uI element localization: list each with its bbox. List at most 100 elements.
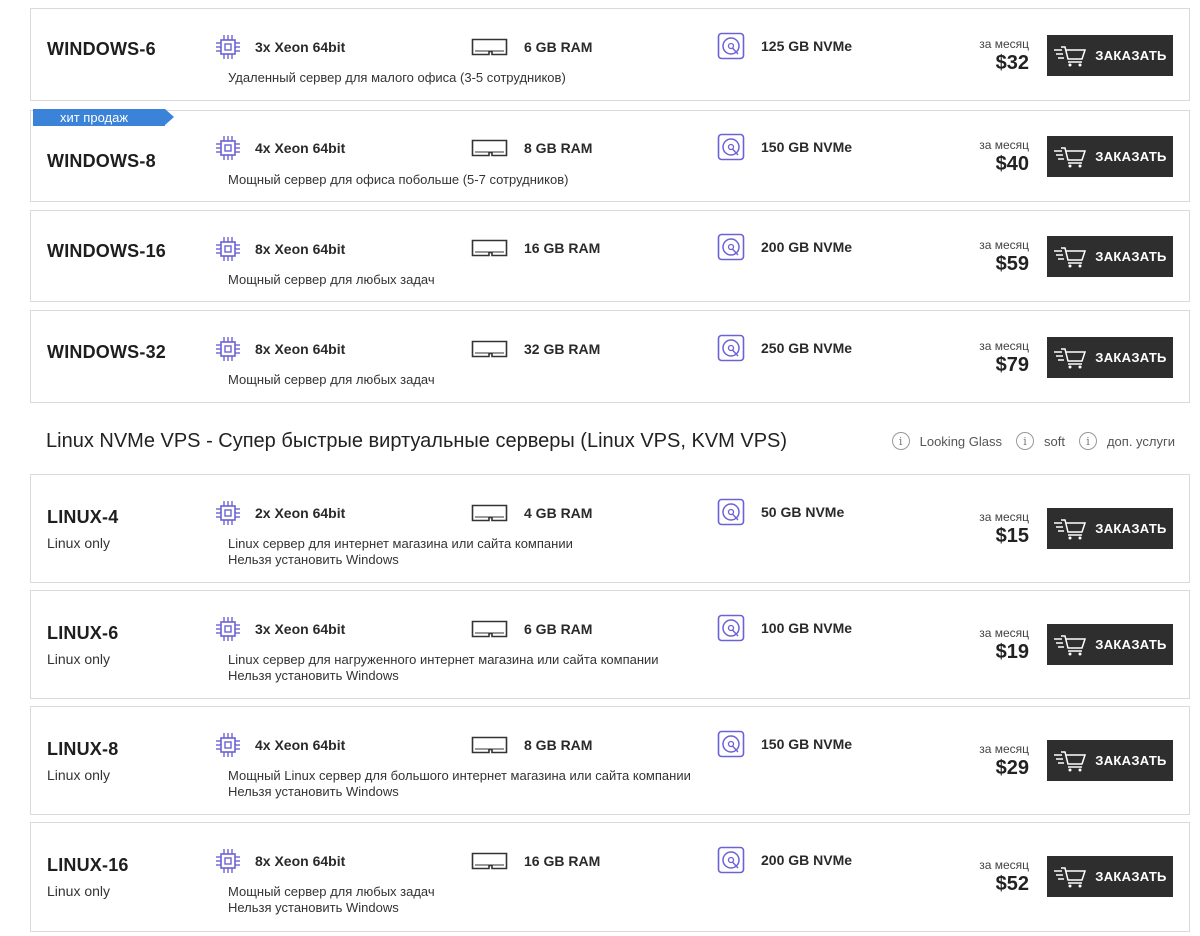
disk-label: 150 GB NVMe: [761, 736, 853, 752]
per-month-label: за месяц: [979, 138, 1029, 152]
order-button[interactable]: ЗАКАЗАТЬ: [1047, 337, 1173, 378]
extra-services-link[interactable]: i доп. услуги: [1078, 432, 1175, 450]
ram-icon: [471, 851, 508, 871]
plan-price: $32: [995, 52, 1029, 74]
plan-name: LINUX-4: [47, 507, 119, 527]
per-month-label: за месяц: [979, 339, 1029, 353]
ram-spec: 4 GB RAM: [471, 503, 592, 523]
cpu-icon: [215, 500, 241, 526]
order-button-label: ЗАКАЗАТЬ: [1095, 753, 1167, 768]
plan-description: Мощный сервер для любых задач: [228, 372, 435, 387]
plan-name: WINDOWS-32: [47, 342, 166, 362]
plan-price: $52: [995, 873, 1029, 895]
plan-description: Мощный Linux сервер для большого интерне…: [228, 768, 691, 800]
ram-spec: 32 GB RAM: [471, 339, 600, 359]
windows-note: Нельзя установить Windows: [228, 552, 399, 567]
cpu-spec: 3x Xeon 64bit: [215, 34, 345, 60]
cpu-icon: [215, 236, 241, 262]
plan-name: LINUX-8: [47, 739, 119, 759]
disk-icon: [717, 32, 745, 60]
ram-spec: 16 GB RAM: [471, 238, 600, 258]
info-icon: i: [1016, 432, 1034, 450]
plan-description: Linux сервер для нагруженного интернет м…: [228, 652, 659, 684]
ram-icon: [471, 735, 508, 755]
ram-spec: 6 GB RAM: [471, 37, 592, 57]
plan-name: LINUX-6: [47, 623, 119, 643]
description-line: Мощный Linux сервер для большого интерне…: [228, 768, 691, 783]
plan-name: LINUX-16: [47, 855, 129, 875]
plan-description: Мощный сервер для любых задач: [228, 272, 435, 287]
disk-icon: [717, 846, 745, 874]
ram-icon: [471, 619, 508, 639]
disk-icon: [717, 334, 745, 362]
plan-description: Мощный сервер для любых задач Нельзя уст…: [228, 884, 435, 916]
ram-icon: [471, 238, 508, 258]
ram-label: 6 GB RAM: [524, 621, 593, 637]
ram-spec: 6 GB RAM: [471, 619, 592, 639]
plan-card: WINDOWS-6 3x Xeon 64bit 6 GB RAM 125 GB …: [30, 8, 1190, 101]
ram-icon: [471, 503, 508, 523]
cart-icon: [1053, 45, 1087, 67]
disk-spec: 200 GB NVMe: [717, 233, 852, 261]
order-button[interactable]: ЗАКАЗАТЬ: [1047, 136, 1173, 177]
order-button[interactable]: ЗАКАЗАТЬ: [1047, 856, 1173, 897]
windows-note: Нельзя установить Windows: [228, 784, 399, 799]
plan-name: WINDOWS-6: [47, 39, 156, 59]
ram-label: 32 GB RAM: [524, 341, 601, 357]
disk-label: 100 GB NVMe: [761, 620, 853, 636]
per-month-label: за месяц: [979, 858, 1029, 872]
cpu-label: 3x Xeon 64bit: [255, 39, 346, 55]
ram-spec: 8 GB RAM: [471, 138, 592, 158]
soft-link[interactable]: i soft: [1016, 432, 1065, 450]
disk-spec: 250 GB NVMe: [717, 334, 852, 362]
disk-label: 200 GB NVMe: [761, 852, 853, 868]
cart-icon: [1053, 634, 1087, 656]
order-button[interactable]: ЗАКАЗАТЬ: [1047, 624, 1173, 665]
plan-card: LINUX-8 Linux only 4x Xeon 64bit 8 GB RA…: [30, 706, 1190, 815]
ram-icon: [471, 339, 508, 359]
description-line: Мощный сервер для любых задач: [228, 884, 435, 899]
disk-spec: 100 GB NVMe: [717, 614, 852, 642]
disk-icon: [717, 614, 745, 642]
cart-icon: [1053, 518, 1087, 540]
disk-spec: 125 GB NVMe: [717, 32, 852, 60]
cpu-label: 4x Xeon 64bit: [255, 737, 346, 753]
order-button-label: ЗАКАЗАТЬ: [1095, 521, 1167, 536]
order-button[interactable]: ЗАКАЗАТЬ: [1047, 35, 1173, 76]
order-button-label: ЗАКАЗАТЬ: [1095, 149, 1167, 164]
ram-label: 4 GB RAM: [524, 505, 593, 521]
ram-spec: 16 GB RAM: [471, 851, 600, 871]
order-button-label: ЗАКАЗАТЬ: [1095, 637, 1167, 652]
plan-price: $29: [995, 757, 1029, 779]
order-button[interactable]: ЗАКАЗАТЬ: [1047, 508, 1173, 549]
windows-note: Нельзя установить Windows: [228, 900, 399, 915]
os-label: Linux only: [47, 651, 111, 667]
plan-description: Удаленный сервер для малого офиса (3-5 с…: [228, 70, 566, 85]
cpu-spec: 4x Xeon 64bit: [215, 135, 345, 161]
looking-glass-link[interactable]: i Looking Glass: [891, 432, 1002, 450]
section-links: i Looking Glass i soft i доп. услуги: [878, 432, 1175, 450]
disk-label: 250 GB NVMe: [761, 340, 853, 356]
cpu-spec: 8x Xeon 64bit: [215, 236, 345, 262]
ram-icon: [471, 37, 508, 57]
cpu-label: 2x Xeon 64bit: [255, 505, 346, 521]
disk-label: 125 GB NVMe: [761, 38, 853, 54]
order-button[interactable]: ЗАКАЗАТЬ: [1047, 740, 1173, 781]
cpu-label: 8x Xeon 64bit: [255, 341, 346, 357]
cpu-label: 3x Xeon 64bit: [255, 621, 346, 637]
order-button[interactable]: ЗАКАЗАТЬ: [1047, 236, 1173, 277]
disk-spec: 150 GB NVMe: [717, 133, 852, 161]
plan-price: $79: [995, 354, 1029, 376]
cpu-spec: 2x Xeon 64bit: [215, 500, 345, 526]
cpu-spec: 8x Xeon 64bit: [215, 336, 345, 362]
per-month-label: за месяц: [979, 238, 1029, 252]
disk-label: 150 GB NVMe: [761, 139, 853, 155]
disk-icon: [717, 233, 745, 261]
per-month-label: за месяц: [979, 37, 1029, 51]
order-button-label: ЗАКАЗАТЬ: [1095, 48, 1167, 63]
plan-name: WINDOWS-8: [47, 151, 156, 171]
disk-icon: [717, 133, 745, 161]
cart-icon: [1053, 347, 1087, 369]
per-month-label: за месяц: [979, 510, 1029, 524]
cpu-spec: 4x Xeon 64bit: [215, 732, 345, 758]
